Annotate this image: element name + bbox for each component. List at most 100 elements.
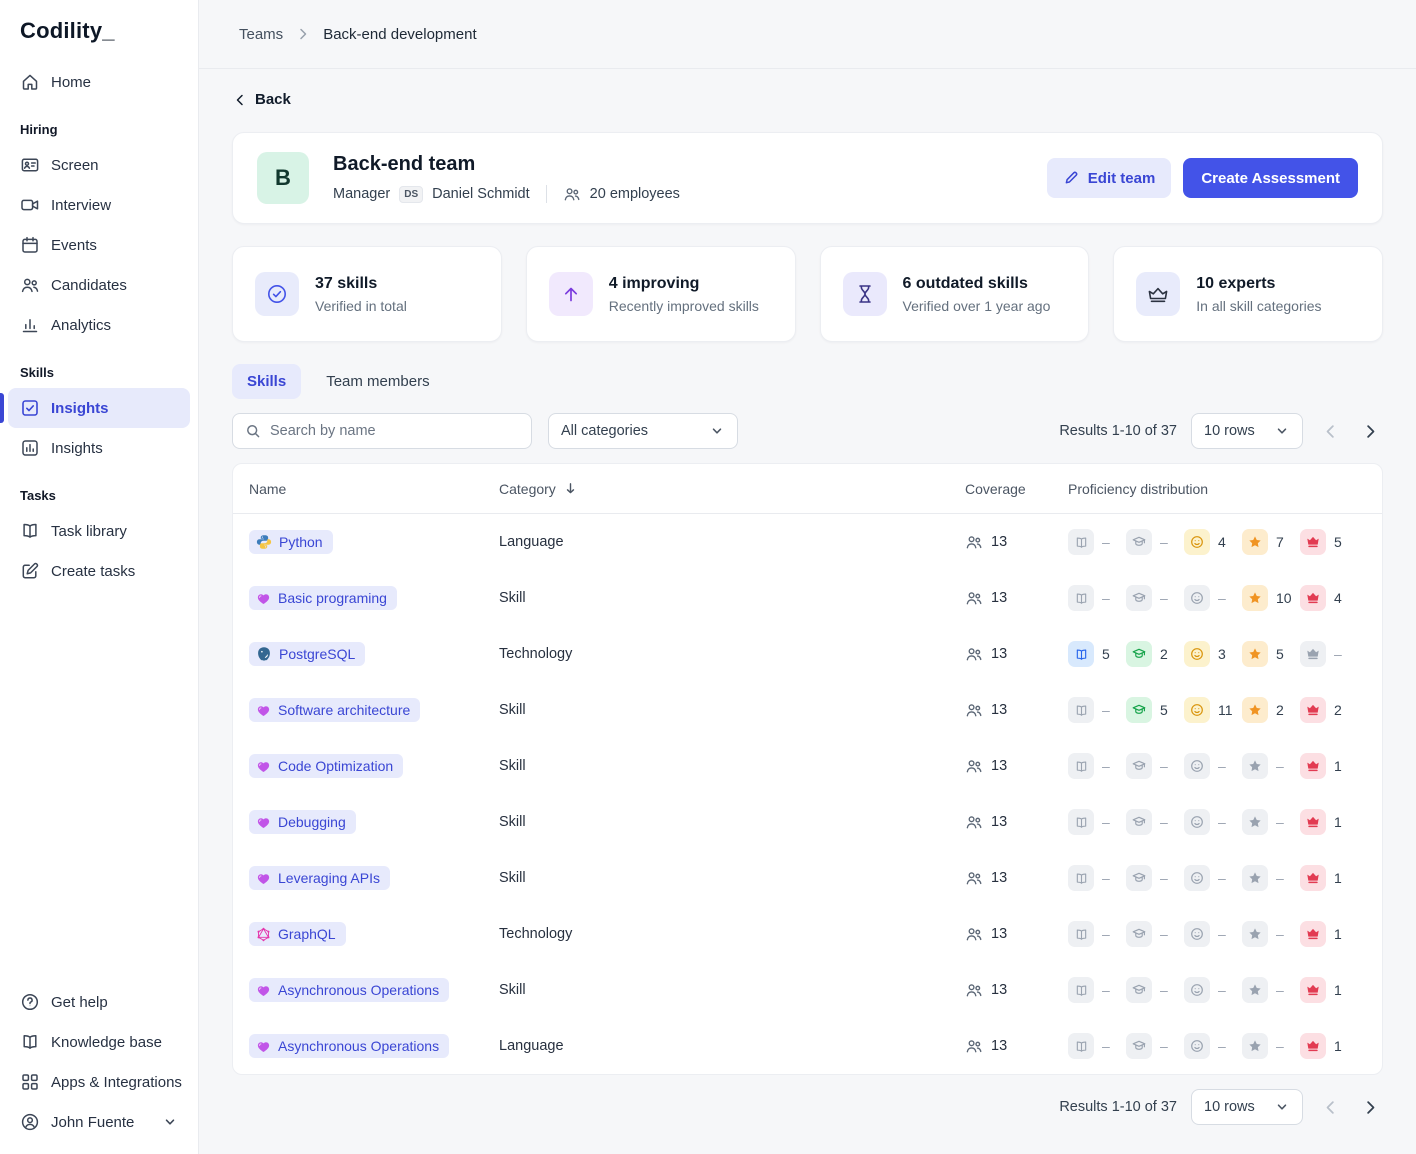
proficiency-level-2: –: [1126, 585, 1184, 611]
category-select[interactable]: All categories: [548, 413, 738, 449]
tabs: Skills Team members: [232, 364, 1383, 399]
skill-pill[interactable]: Asynchronous Operations: [249, 1034, 450, 1058]
proficiency-level-3: –: [1184, 585, 1242, 611]
column-name[interactable]: Name: [249, 481, 499, 497]
cell-coverage: 13: [965, 813, 1068, 831]
previous-page-button-bottom[interactable]: [1317, 1094, 1343, 1120]
search-box[interactable]: [232, 413, 532, 449]
cell-coverage: 13: [965, 589, 1068, 607]
table-row-graphql[interactable]: GraphQL Technology 13 – – – – 1: [233, 906, 1382, 962]
breadcrumb-teams[interactable]: Teams: [239, 26, 283, 43]
previous-page-button[interactable]: [1317, 418, 1343, 444]
sidebar-item-knowledge-base[interactable]: Knowledge base: [8, 1022, 190, 1062]
book-icon: [1075, 1040, 1088, 1053]
sidebar-item-label: Insights: [51, 399, 109, 417]
skill-pill[interactable]: Debugging: [249, 810, 356, 834]
table-row-debugging[interactable]: Debugging Skill 13 – – – – 1: [233, 794, 1382, 850]
tab-skills[interactable]: Skills: [232, 364, 302, 399]
skill-pill[interactable]: Basic programing: [249, 586, 397, 610]
graduation-badge: [1126, 697, 1152, 723]
people-icon: [965, 701, 983, 719]
user-menu[interactable]: John Fuente: [8, 1102, 190, 1142]
create-assessment-button[interactable]: Create Assessment: [1183, 158, 1358, 198]
cell-coverage: 13: [965, 533, 1068, 551]
sidebar-item-insights[interactable]: Insights: [8, 428, 190, 468]
table-row-basic-programing[interactable]: Basic programing Skill 13 – – – 10 4: [233, 570, 1382, 626]
sidebar-item-home[interactable]: Home: [8, 62, 190, 102]
proficiency-level-4: –: [1242, 977, 1300, 1003]
proficiency-level-1: –: [1068, 753, 1126, 779]
sidebar-item-label: Events: [51, 236, 97, 254]
star-icon: [1248, 983, 1262, 997]
apps-icon: [20, 1072, 40, 1092]
sidebar-item-apps-integrations[interactable]: Apps & Integrations: [8, 1062, 190, 1102]
face-icon: [1190, 647, 1204, 661]
proficiency-count: –: [1218, 590, 1226, 606]
proficiency-count: –: [1276, 758, 1284, 774]
sidebar-item-screen[interactable]: Screen: [8, 145, 190, 185]
proficiency-count: –: [1276, 814, 1284, 830]
people-icon: [563, 185, 581, 203]
skill-pill[interactable]: Asynchronous Operations: [249, 978, 450, 1002]
skill-pill[interactable]: PostgreSQL: [249, 642, 366, 666]
table-row-asynchronous-operations[interactable]: Asynchronous Operations Skill 13 – – – – 1: [233, 962, 1382, 1018]
crown-icon: [1306, 815, 1320, 829]
back-button[interactable]: Back: [232, 91, 291, 108]
sidebar-item-task-library[interactable]: Task library: [8, 511, 190, 551]
proficiency-level-1: –: [1068, 697, 1126, 723]
proficiency-count: –: [1160, 590, 1168, 606]
column-category[interactable]: Category: [499, 481, 965, 497]
next-page-button-bottom[interactable]: [1357, 1094, 1383, 1120]
table-row-software-architecture[interactable]: Software architecture Skill 13 – 5 11 2 2: [233, 682, 1382, 738]
sidebar-item-insights[interactable]: Insights: [0, 388, 190, 428]
sidebar-item-events[interactable]: Events: [8, 225, 190, 265]
tab-team-members[interactable]: Team members: [311, 364, 444, 399]
insights-chart-icon: [20, 438, 40, 458]
sidebar-item-label: Interview: [51, 196, 112, 214]
sidebar-item-label: Create tasks: [51, 562, 136, 580]
table-row-postgresql[interactable]: PostgreSQL Technology 13 5 2 3 5 –: [233, 626, 1382, 682]
sidebar-item-analytics[interactable]: Analytics: [8, 305, 190, 345]
user-icon: [20, 1112, 40, 1132]
sidebar-item-interview[interactable]: Interview: [8, 185, 190, 225]
pagination-top: Results 1-10 of 37 10 rows: [1059, 413, 1383, 449]
star-badge: [1242, 585, 1268, 611]
table-row-code-optimization[interactable]: Code Optimization Skill 13 – – – – 1: [233, 738, 1382, 794]
search-input[interactable]: [270, 423, 519, 439]
chevron-left-icon: [232, 92, 248, 108]
sidebar-item-candidates[interactable]: Candidates: [8, 265, 190, 305]
skill-pill[interactable]: Python: [249, 530, 333, 554]
book-badge: [1068, 865, 1094, 891]
cell-name: Code Optimization: [249, 754, 499, 778]
sidebar-item-get-help[interactable]: Get help: [8, 982, 190, 1022]
rows-select-value-bottom: 10 rows: [1204, 1099, 1255, 1115]
book-icon: [1075, 648, 1088, 661]
skill-pill[interactable]: Code Optimization: [249, 754, 404, 778]
proficiency-level-5: 1: [1300, 865, 1358, 891]
rows-per-page-select[interactable]: 10 rows: [1191, 413, 1303, 449]
proficiency-level-3: 11: [1184, 697, 1242, 723]
table-row-python[interactable]: Python Language 13 – – 4 7 5: [233, 514, 1382, 570]
skill-pill[interactable]: Software architecture: [249, 698, 421, 722]
edit-team-button[interactable]: Edit team: [1046, 158, 1172, 198]
skill-icon: [256, 815, 271, 830]
proficiency-level-5: –: [1300, 641, 1358, 667]
crown-badge: [1300, 753, 1326, 779]
cell-name: PostgreSQL: [249, 642, 499, 666]
proficiency-count: 4: [1334, 590, 1342, 606]
proficiency-count: 11: [1218, 702, 1233, 718]
cell-proficiency-distribution: 5 2 3 5 –: [1068, 641, 1366, 667]
skill-pill[interactable]: GraphQL: [249, 922, 346, 946]
next-page-button[interactable]: [1357, 418, 1383, 444]
skill-pill[interactable]: Leveraging APIs: [249, 866, 390, 890]
rows-per-page-select-bottom[interactable]: 10 rows: [1191, 1089, 1303, 1125]
stat-value: 4 improving: [608, 274, 700, 292]
task-library-icon: [20, 521, 40, 541]
table-row-leveraging-apis[interactable]: Leveraging APIs Skill 13 – – – – 1: [233, 850, 1382, 906]
arrow-up-icon: [560, 283, 582, 305]
user-name: John Fuente: [51, 1113, 135, 1131]
interview-icon: [20, 195, 40, 215]
stat-caption: In all skill categories: [1196, 297, 1322, 314]
table-row-asynchronous-operations[interactable]: Asynchronous Operations Language 13 – – – – 1: [233, 1018, 1382, 1074]
sidebar-item-create-tasks[interactable]: Create tasks: [8, 551, 190, 591]
